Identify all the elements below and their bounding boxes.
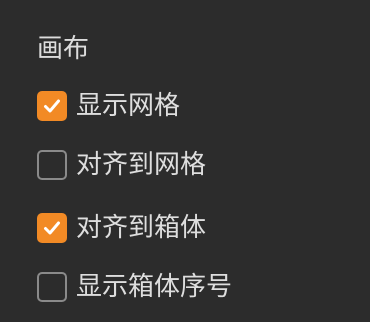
checkmark-icon bbox=[44, 221, 60, 235]
snap-to-box-label: 对齐到箱体 bbox=[76, 213, 207, 243]
show-box-number-label: 显示箱体序号 bbox=[76, 272, 233, 302]
canvas-settings-panel: 画布 显示网格 对齐到网格 对齐到箱体 显示箱体序号 bbox=[0, 0, 370, 322]
checkmark-icon bbox=[44, 99, 60, 113]
show-box-number-checkbox[interactable] bbox=[37, 272, 67, 302]
snap-to-grid-label: 对齐到网格 bbox=[76, 150, 207, 180]
show-grid-label: 显示网格 bbox=[76, 91, 181, 121]
snap-to-box-checkbox[interactable] bbox=[37, 213, 67, 243]
option-show-grid[interactable]: 显示网格 bbox=[37, 90, 180, 122]
show-grid-checkbox[interactable] bbox=[37, 91, 67, 121]
option-snap-to-grid[interactable]: 对齐到网格 bbox=[37, 149, 206, 181]
snap-to-grid-checkbox[interactable] bbox=[37, 150, 67, 180]
section-title: 画布 bbox=[37, 34, 90, 64]
option-show-box-number[interactable]: 显示箱体序号 bbox=[37, 271, 232, 303]
option-snap-to-box[interactable]: 对齐到箱体 bbox=[37, 212, 206, 244]
